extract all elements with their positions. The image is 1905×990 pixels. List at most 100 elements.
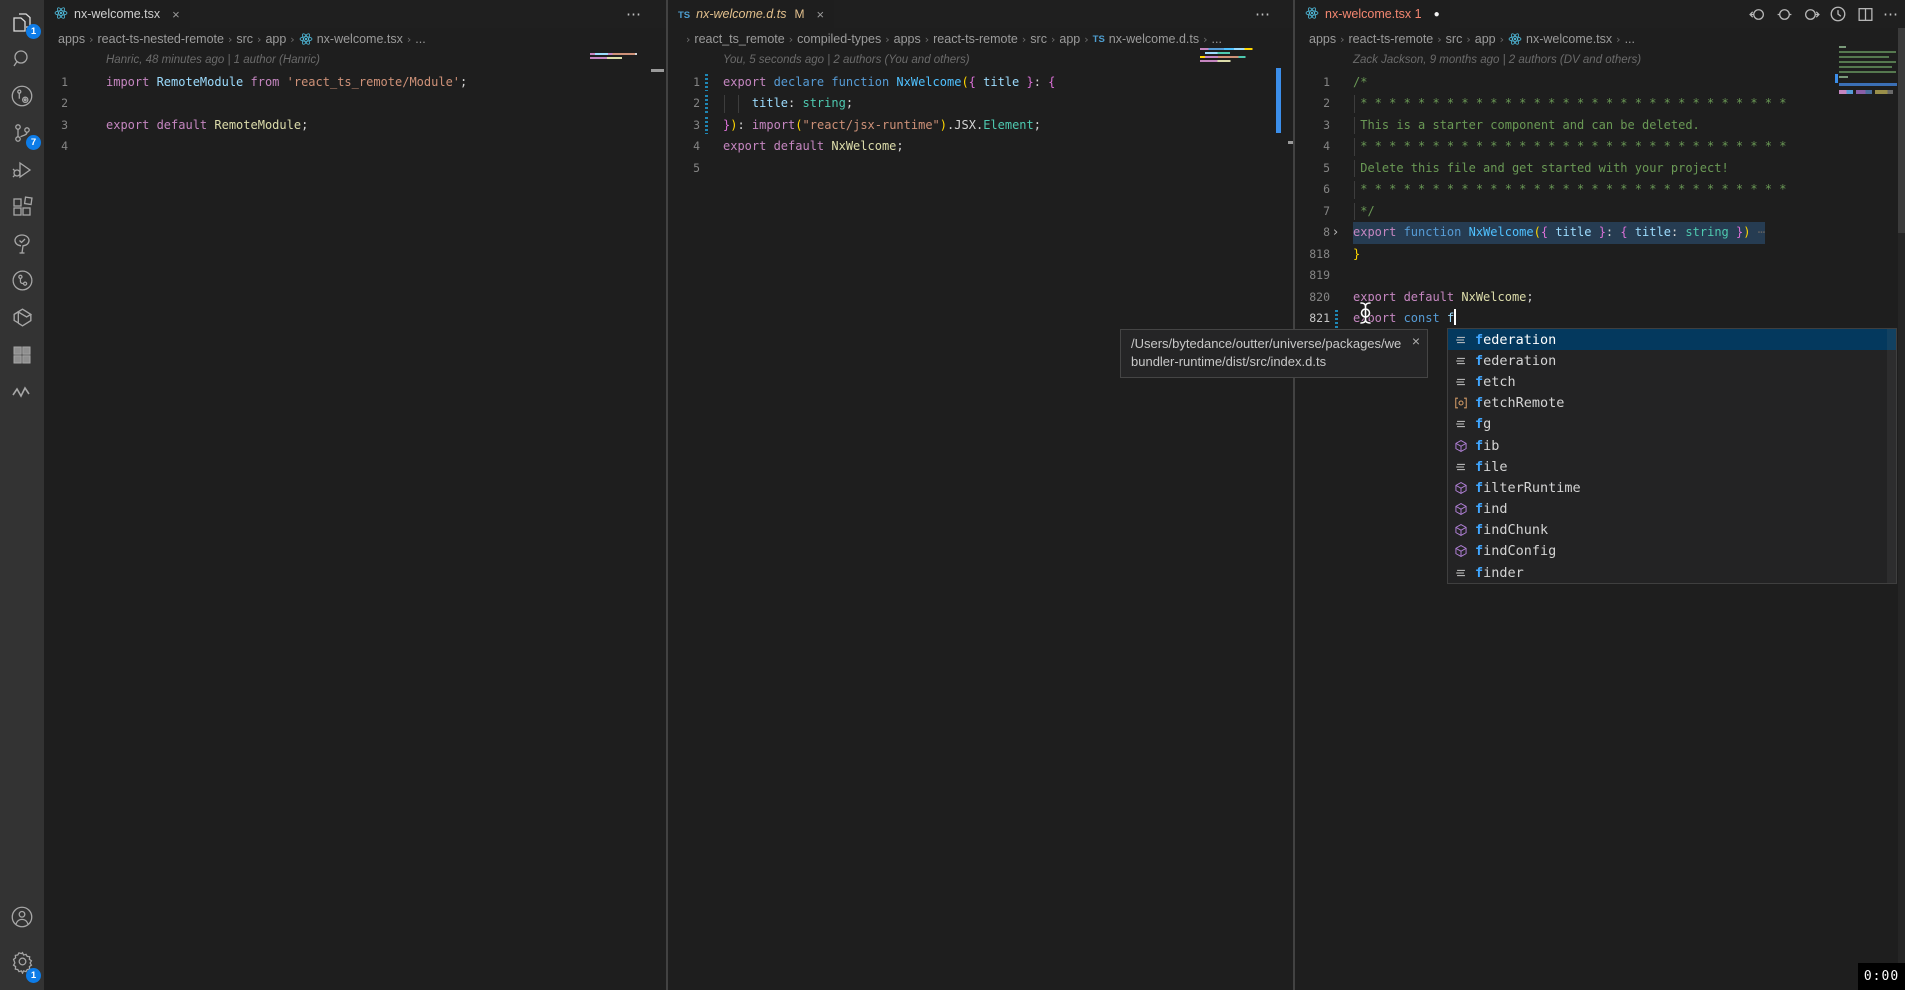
extensions-icon[interactable] <box>0 188 44 225</box>
code-line[interactable]: 1/* <box>1295 72 1905 94</box>
line-number[interactable]: 819 <box>1295 265 1330 287</box>
line-number[interactable]: 2 <box>668 93 700 115</box>
suggestion-item[interactable]: fetch <box>1448 371 1896 392</box>
breadcrumb-item[interactable]: apps <box>58 32 85 46</box>
breadcrumb-item[interactable]: app <box>265 32 286 46</box>
code-line[interactable]: 8export function NxWelcome({ title }: { … <box>1295 222 1905 244</box>
fold-chevron-icon[interactable] <box>1330 222 1353 244</box>
suggestion-item[interactable]: findChunk <box>1448 520 1896 541</box>
unsaved-changes-dot[interactable]: ● <box>1434 9 1440 20</box>
minimap[interactable] <box>590 52 650 62</box>
extension-grid-icon[interactable] <box>0 336 44 373</box>
breadcrumb-item[interactable]: ... <box>1212 32 1222 46</box>
minimap[interactable] <box>1838 44 1900 106</box>
next-change-icon[interactable] <box>1802 5 1820 23</box>
code-line[interactable]: 7 */ <box>1295 201 1905 223</box>
code-line[interactable]: 1import RemoteModule from 'react_ts_remo… <box>44 72 666 94</box>
code-line[interactable]: 2 title: string; <box>668 93 1293 115</box>
tooltip-close-icon[interactable]: × <box>1412 333 1420 349</box>
code-line[interactable]: 821export const f <box>1295 308 1905 330</box>
suggestion-item[interactable]: find <box>1448 499 1896 520</box>
breadcrumb-item[interactable]: app <box>1059 32 1080 46</box>
navigate-back-icon[interactable] <box>1748 5 1766 23</box>
line-number[interactable]: 4 <box>44 136 68 158</box>
search-icon[interactable] <box>0 40 44 77</box>
line-number[interactable]: 820 <box>1295 287 1330 309</box>
line-number[interactable]: 8 <box>1295 222 1330 244</box>
suggestion-item[interactable]: filterRuntime <box>1448 477 1896 498</box>
more-actions-icon[interactable]: ⋯ <box>1883 5 1899 23</box>
code-line[interactable]: 818} <box>1295 244 1905 266</box>
breadcrumb-item[interactable]: react-ts-nested-remote <box>98 32 224 46</box>
breadcrumb-item[interactable]: src <box>1030 32 1047 46</box>
breadcrumb-item[interactable]: TSnx-welcome.d.ts <box>1093 32 1199 46</box>
code-line[interactable]: 820export default NxWelcome; <box>1295 287 1905 309</box>
suggestion-item[interactable]: fg <box>1448 414 1896 435</box>
code-line[interactable]: 3export default RemoteModule; <box>44 115 666 137</box>
code-line[interactable]: 1export declare function NxWelcome({ tit… <box>668 72 1293 94</box>
file-history-icon[interactable] <box>1829 5 1847 23</box>
todo-tree-icon[interactable] <box>0 225 44 262</box>
suggestion-item[interactable]: fib <box>1448 435 1896 456</box>
code-line[interactable]: 3}): import("react/jsx-runtime").JSX.Ele… <box>668 115 1293 137</box>
close-tab-icon[interactable]: × <box>816 7 824 22</box>
scrollbar[interactable] <box>1898 28 1905 983</box>
code-line[interactable]: 4export default NxWelcome; <box>668 136 1293 158</box>
line-number[interactable]: 1 <box>44 72 68 94</box>
minimap[interactable] <box>1200 47 1262 67</box>
module-federation-icon[interactable] <box>0 373 44 410</box>
code-line[interactable]: 819 <box>1295 265 1905 287</box>
suggestion-item[interactable]: findConfig <box>1448 541 1896 562</box>
breadcrumb-item[interactable]: ... <box>1625 32 1635 46</box>
code-line[interactable]: 6 * * * * * * * * * * * * * * * * * * * … <box>1295 179 1905 201</box>
line-number[interactable]: 1 <box>1295 72 1330 94</box>
split-editor-icon[interactable] <box>1856 5 1874 23</box>
line-number[interactable]: 3 <box>1295 115 1330 137</box>
explorer-icon[interactable]: 1 <box>0 3 44 40</box>
breadcrumb-item[interactable]: nx-welcome.tsx <box>1508 32 1612 46</box>
nx-console-icon[interactable] <box>0 299 44 336</box>
tab-nx-welcome-tsx[interactable]: nx-welcome.tsx × <box>44 0 190 28</box>
tab-nx-welcome-dts[interactable]: TS nx-welcome.d.ts M × <box>668 0 834 28</box>
code-line[interactable]: 4 * * * * * * * * * * * * * * * * * * * … <box>1295 136 1905 158</box>
close-tab-icon[interactable]: × <box>172 7 180 22</box>
breadcrumb-item[interactable]: nx-welcome.tsx <box>299 32 403 46</box>
line-number[interactable]: 821 <box>1295 308 1330 330</box>
breadcrumb-item[interactable]: react-ts-remote <box>933 32 1018 46</box>
breadcrumb-item[interactable]: app <box>1475 32 1496 46</box>
git-assistant-icon[interactable] <box>0 77 44 114</box>
line-number[interactable]: 5 <box>1295 158 1330 180</box>
code-line[interactable]: 5 <box>668 158 1293 180</box>
breadcrumb-item[interactable]: react_ts_remote <box>694 32 784 46</box>
suggestion-item[interactable]: federation <box>1448 350 1896 371</box>
breadcrumb-item[interactable]: src <box>236 32 253 46</box>
more-actions-icon[interactable]: ⋯ <box>1255 5 1271 23</box>
suggest-scrollbar[interactable] <box>1887 329 1896 583</box>
code-editor[interactable]: You, 5 seconds ago | 2 authors (You and … <box>668 50 1293 179</box>
code-line[interactable]: 2 <box>44 93 666 115</box>
suggestion-item[interactable]: fetchRemote <box>1448 393 1896 414</box>
previous-change-icon[interactable] <box>1775 5 1793 23</box>
line-number[interactable]: 3 <box>44 115 68 137</box>
suggestion-item[interactable]: finder <box>1448 562 1896 583</box>
line-number[interactable]: 4 <box>668 136 700 158</box>
line-number[interactable]: 7 <box>1295 201 1330 223</box>
code-line[interactable]: 2 * * * * * * * * * * * * * * * * * * * … <box>1295 93 1905 115</box>
line-number[interactable]: 1 <box>668 72 700 94</box>
run-debug-icon[interactable] <box>0 151 44 188</box>
code-line[interactable]: 4 <box>44 136 666 158</box>
line-number[interactable]: 5 <box>668 158 700 180</box>
line-number[interactable]: 4 <box>1295 136 1330 158</box>
breadcrumb-item[interactable]: apps <box>1309 32 1336 46</box>
breadcrumb-item[interactable]: apps <box>894 32 921 46</box>
line-number[interactable]: 2 <box>1295 93 1330 115</box>
breadcrumb-item[interactable]: react-ts-remote <box>1349 32 1434 46</box>
code-editor[interactable]: Zack Jackson, 9 months ago | 2 authors (… <box>1295 50 1905 330</box>
git-graph-icon[interactable] <box>0 262 44 299</box>
line-number[interactable]: 6 <box>1295 179 1330 201</box>
breadcrumb-item[interactable]: compiled-types <box>797 32 881 46</box>
suggestion-item[interactable]: file <box>1448 456 1896 477</box>
code-editor[interactable]: Hanric, 48 minutes ago | 1 author (Hanri… <box>44 50 666 158</box>
line-number[interactable]: 818 <box>1295 244 1330 266</box>
tab-nx-welcome-tsx-1[interactable]: nx-welcome.tsx 1 ● <box>1295 0 1450 28</box>
